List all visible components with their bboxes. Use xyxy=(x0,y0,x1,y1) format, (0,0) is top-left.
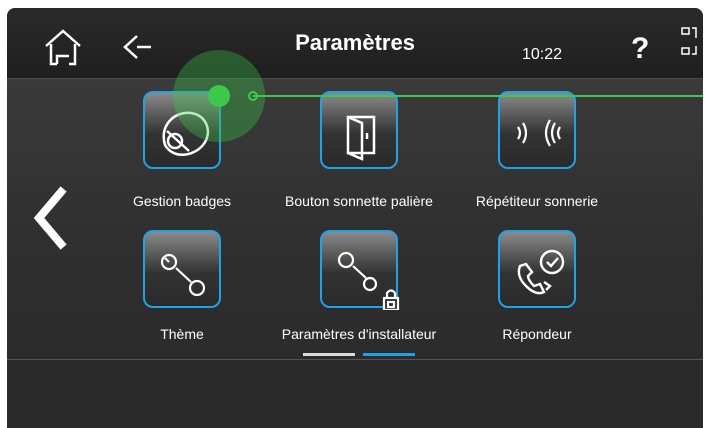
wrench-icon xyxy=(160,253,206,297)
gestion-badges-label: Gestion badges xyxy=(132,193,232,209)
screen-toggle-icon[interactable] xyxy=(679,26,699,62)
top-bar: Paramètres 10:22 ? xyxy=(7,8,703,79)
device-frame: Paramètres 10:22 ? Gestion badges Bouton… xyxy=(7,8,703,428)
repondeur-label: Répondeur xyxy=(502,326,572,342)
help-button[interactable]: ? xyxy=(631,34,649,64)
back-arrow-icon[interactable] xyxy=(119,30,159,64)
parametres-installateur-button[interactable] xyxy=(320,230,400,310)
screen: Paramètres 10:22 ? Gestion badges Bouton… xyxy=(0,0,710,428)
bouton-sonnette-label: Bouton sonnette palière xyxy=(285,193,433,209)
page-indicator-1[interactable] xyxy=(303,353,355,356)
ring-repeater-icon xyxy=(517,119,561,147)
page-indicator-2[interactable] xyxy=(363,353,415,356)
door-icon xyxy=(346,115,376,161)
home-icon[interactable] xyxy=(41,26,85,70)
theme-label: Thème xyxy=(160,326,204,342)
badge-icon xyxy=(162,111,210,156)
clock: 10:22 xyxy=(522,46,563,63)
theme-button[interactable] xyxy=(143,230,221,308)
gestion-badges-button[interactable] xyxy=(143,91,221,169)
repondeur-button[interactable] xyxy=(498,230,576,308)
chevron-left-icon[interactable] xyxy=(29,184,69,254)
repetiteur-sonnerie-button[interactable] xyxy=(498,91,576,169)
bouton-sonnette-button[interactable] xyxy=(320,91,398,169)
answering-machine-icon xyxy=(517,249,565,295)
parametres-installateur-label: Paramètres d'installateur xyxy=(281,326,437,342)
settings-grid: Gestion badges Bouton sonnette palière R… xyxy=(7,79,703,359)
footer-area xyxy=(7,359,703,428)
locked-wrench-icon xyxy=(337,251,400,310)
repetiteur-sonnerie-label: Répétiteur sonnerie xyxy=(475,193,599,209)
page-title: Paramètres xyxy=(295,30,415,55)
